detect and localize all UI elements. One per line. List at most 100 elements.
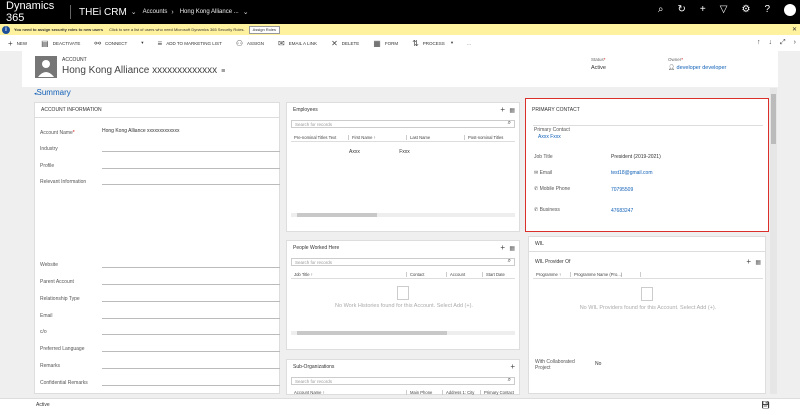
column-header[interactable]: Pre-nominal Titles Text bbox=[291, 135, 349, 140]
horizontal-scrollbar[interactable] bbox=[291, 331, 515, 335]
field-confidential-remarks[interactable]: Confidential Remarks bbox=[40, 372, 280, 386]
assign-roles-button[interactable]: Assign Roles bbox=[248, 25, 281, 34]
assign-icon: ⚇ bbox=[235, 38, 243, 48]
connect-button[interactable]: ⚯ CONNECT ▾ bbox=[94, 39, 143, 48]
column-header[interactable]: Post-nominal Titles bbox=[465, 135, 515, 140]
column-header[interactable]: Last Name bbox=[407, 135, 465, 140]
chevron-down-icon[interactable]: ▾ bbox=[451, 40, 453, 46]
save-icon[interactable]: 💾︎ bbox=[761, 401, 770, 409]
list-icon[interactable]: ≡ bbox=[221, 68, 225, 75]
field-care-of[interactable]: c/o bbox=[40, 321, 280, 335]
summary-tab[interactable]: ◂Summary bbox=[34, 88, 71, 97]
user-icon: 👤︎ bbox=[668, 65, 675, 71]
field-profile[interactable]: Profile bbox=[40, 155, 280, 169]
section-title: Sub-Organizations bbox=[293, 364, 335, 370]
job-title-label: Job Title bbox=[534, 154, 553, 160]
first-name-cell[interactable]: Axxx bbox=[349, 149, 360, 155]
people-search-input[interactable]: Search for records bbox=[291, 258, 515, 266]
arrow-down-icon[interactable]: ↓ bbox=[769, 39, 773, 47]
delete-button[interactable]: ✕ DELETE bbox=[331, 39, 359, 48]
email-link-button[interactable]: ✉ EMAIL A LINK bbox=[278, 39, 317, 48]
status-value[interactable]: Active bbox=[591, 65, 606, 71]
column-header[interactable]: First Name ↑ bbox=[349, 135, 407, 140]
mobile-phone-value[interactable]: 70795509 bbox=[611, 187, 633, 193]
column-header[interactable]: Job Title ↑ bbox=[291, 272, 407, 277]
grid-menu-icon[interactable]: ▦ bbox=[755, 259, 761, 266]
field-preferred-language[interactable]: Preferred Language bbox=[40, 338, 280, 352]
add-icon[interactable]: + bbox=[510, 362, 515, 371]
avatar[interactable] bbox=[784, 4, 796, 16]
column-header[interactable]: Main Phone bbox=[407, 389, 443, 395]
primary-contact-link[interactable]: Axxx Fxxx bbox=[538, 134, 561, 140]
column-header[interactable]: Address 1: City bbox=[443, 389, 481, 395]
form-button[interactable]: ▦ FORM bbox=[373, 39, 398, 48]
arrow-up-icon[interactable]: ↑ bbox=[757, 39, 761, 47]
sub-organizations-subgrid: Sub-Organizations + Search for records ⌕… bbox=[286, 359, 520, 395]
column-header[interactable]: Programme ↑ bbox=[533, 272, 571, 277]
last-name-cell[interactable]: Fxxx bbox=[399, 149, 410, 155]
assign-button[interactable]: ⚇ ASSIGN bbox=[236, 39, 264, 48]
process-button[interactable]: ⇅ PROCESS ▾ bbox=[412, 39, 453, 48]
scroll-thumb[interactable] bbox=[771, 94, 776, 144]
column-header[interactable]: Start Date bbox=[483, 272, 515, 277]
column-header[interactable]: Account bbox=[447, 272, 483, 277]
close-icon[interactable]: ✕ bbox=[792, 26, 797, 33]
app-name[interactable]: THEi CRM bbox=[79, 7, 127, 18]
expand-icon[interactable]: ⤢ bbox=[780, 39, 786, 47]
horizontal-scrollbar[interactable] bbox=[291, 213, 515, 217]
add-to-marketing-list-button[interactable]: ≡ ADD TO MARKETING LIST bbox=[158, 39, 222, 48]
add-icon[interactable]: + bbox=[746, 257, 751, 266]
column-header[interactable]: Account Name ↑ bbox=[291, 389, 407, 395]
search-icon[interactable]: ⌕ bbox=[508, 258, 511, 265]
search-icon[interactable]: ⌕ bbox=[508, 377, 511, 384]
brand-title[interactable]: Dynamics 365 bbox=[0, 0, 70, 24]
chevron-down-icon[interactable]: ⌄ bbox=[131, 8, 137, 16]
field-remarks[interactable]: Remarks bbox=[40, 355, 280, 369]
column-header[interactable]: Programme Name (Pro...) bbox=[571, 272, 641, 277]
column-header[interactable]: Primary Contact bbox=[481, 390, 515, 395]
chevron-down-icon[interactable]: ▾ bbox=[141, 40, 143, 46]
field-industry[interactable]: Industry bbox=[40, 138, 280, 152]
help-icon[interactable]: ? bbox=[764, 4, 770, 16]
business-phone-value[interactable]: 47683247 bbox=[611, 208, 633, 214]
sub-orgs-search-input[interactable]: Search for records bbox=[291, 377, 515, 385]
filter-icon[interactable]: ▽ bbox=[720, 4, 728, 16]
search-icon[interactable]: ⌕ bbox=[508, 120, 511, 127]
collaborated-project-value[interactable]: No bbox=[595, 361, 601, 367]
field-website[interactable]: Website bbox=[40, 254, 280, 268]
field-relevant-information[interactable]: Relevant Information bbox=[40, 171, 280, 185]
history-icon[interactable]: ↻ bbox=[678, 4, 686, 16]
owner-value[interactable]: 👤︎ developer developer bbox=[668, 65, 726, 71]
plus-icon[interactable]: + bbox=[700, 4, 706, 16]
column-header[interactable]: Contact bbox=[407, 272, 447, 277]
field-email[interactable]: Email bbox=[40, 305, 280, 319]
chevron-down-icon[interactable]: ⌄ bbox=[243, 8, 249, 16]
account-avatar bbox=[35, 56, 57, 78]
divider bbox=[533, 125, 763, 126]
scroll-thumb[interactable] bbox=[297, 331, 447, 335]
breadcrumb-accounts[interactable]: Accounts bbox=[143, 9, 168, 15]
page-scrollbar[interactable] bbox=[770, 88, 777, 394]
field-relationship-type[interactable]: Relationship Type bbox=[40, 288, 280, 302]
more-commands-button[interactable]: ... bbox=[467, 41, 471, 46]
form-icon: ▦ bbox=[373, 38, 381, 48]
search-icon[interactable]: ⌕ bbox=[658, 4, 664, 16]
grid-menu-icon[interactable]: ▦ bbox=[509, 107, 515, 114]
field-parent-account[interactable]: Parent Account bbox=[40, 271, 280, 285]
grid-menu-icon[interactable]: ▦ bbox=[509, 245, 515, 252]
new-button[interactable]: + NEW bbox=[8, 39, 27, 48]
add-icon[interactable]: + bbox=[500, 105, 505, 114]
people-worked-here-subgrid: People Worked Here + ▦ Search for record… bbox=[286, 240, 520, 350]
chevron-right-icon[interactable]: › bbox=[794, 39, 796, 47]
entity-type: ACCOUNT bbox=[62, 57, 87, 63]
add-icon[interactable]: + bbox=[500, 243, 505, 252]
breadcrumb-record[interactable]: Hong Kong Alliance ... bbox=[180, 9, 239, 15]
field-account-name[interactable]: Account Name* Hong Kong Alliance xxxxxxxx… bbox=[40, 122, 280, 136]
gear-icon[interactable]: ⚙ bbox=[741, 4, 750, 16]
empty-message: No Work Histories found for this Account… bbox=[335, 303, 473, 309]
deactivate-button[interactable]: ▤ DEACTIVATE bbox=[41, 39, 80, 48]
employees-search-input[interactable]: Search for records bbox=[291, 120, 515, 128]
scroll-thumb[interactable] bbox=[297, 213, 377, 217]
table-row[interactable]: Axxx Fxxx bbox=[349, 149, 410, 155]
email-value[interactable]: test18@gmail.com bbox=[611, 170, 652, 176]
